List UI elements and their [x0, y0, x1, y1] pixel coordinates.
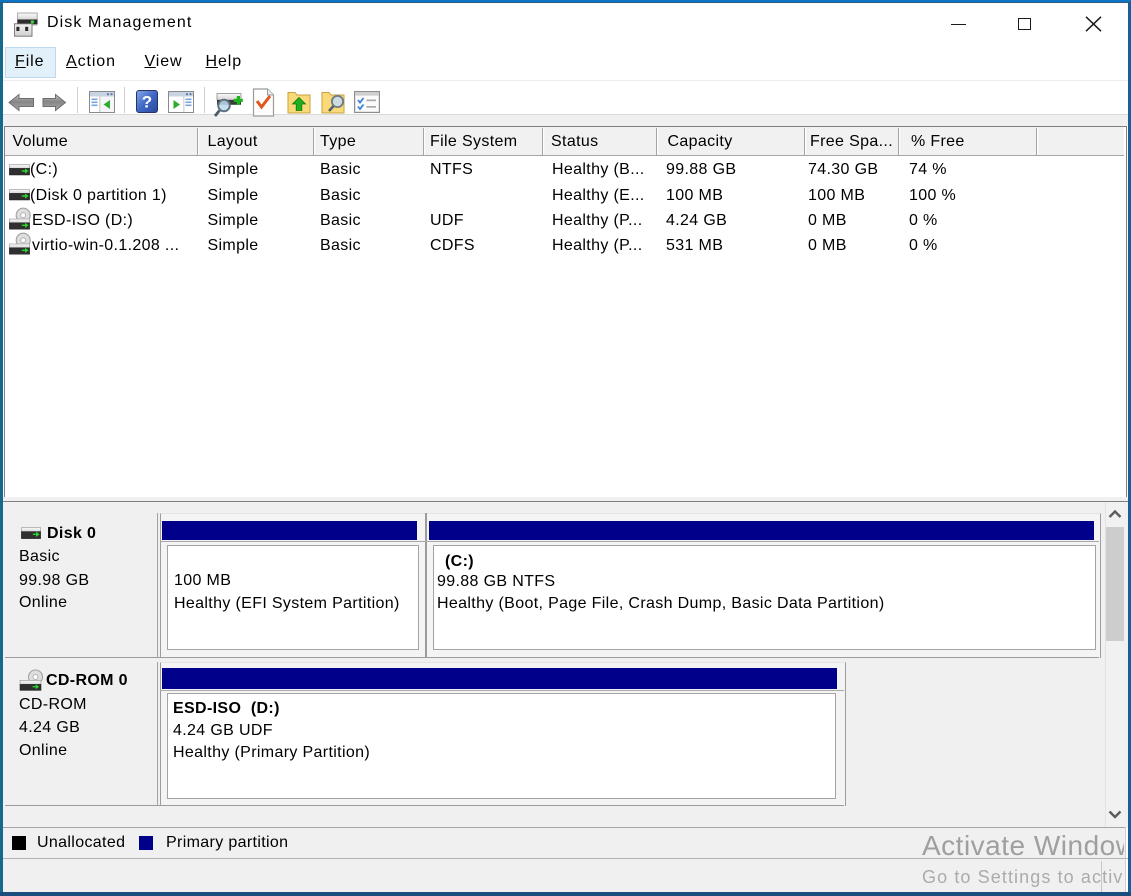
svg-text:?: ?: [142, 93, 152, 112]
